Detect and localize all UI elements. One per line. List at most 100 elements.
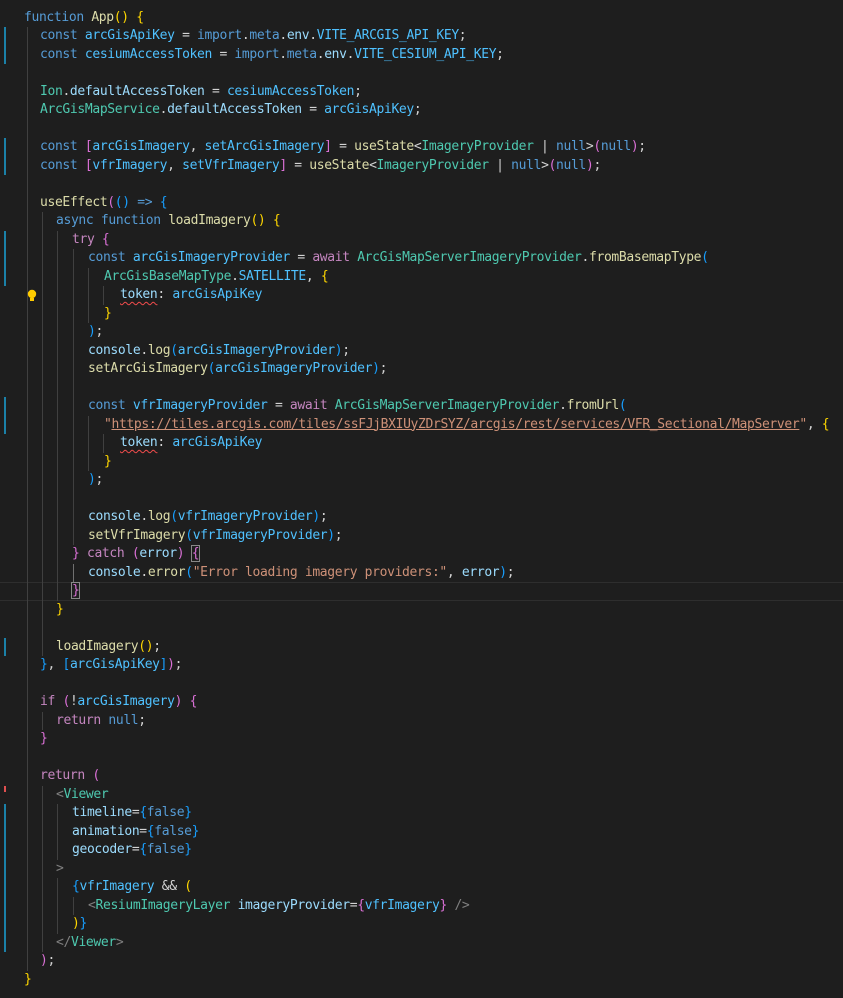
code-line[interactable] xyxy=(0,378,843,397)
code-line[interactable]: {vfrImagery && ( xyxy=(0,878,843,897)
code-line[interactable]: const arcGisApiKey = import.meta.env.VIT… xyxy=(0,27,843,46)
code-token: token xyxy=(120,435,158,450)
code-line[interactable]: const cesiumAccessToken = import.meta.en… xyxy=(0,45,843,64)
code-line[interactable]: Ion.defaultAccessToken = cesiumAccessTok… xyxy=(0,82,843,101)
code-line[interactable]: ); xyxy=(0,323,843,342)
code-line[interactable] xyxy=(0,489,843,508)
code-token: arcGisApiKey xyxy=(84,28,175,43)
code-text: )} xyxy=(72,915,87,934)
indent-guide xyxy=(27,656,28,675)
code-token: = xyxy=(289,250,313,265)
code-line[interactable]: "https://tiles.arcgis.com/tiles/ssFJjBXI… xyxy=(0,415,843,434)
code-line[interactable]: ); xyxy=(0,471,843,490)
code-line[interactable]: token: arcGisApiKey xyxy=(0,434,843,453)
code-line[interactable] xyxy=(0,619,843,638)
code-line[interactable]: } xyxy=(0,600,843,619)
lightbulb-icon[interactable] xyxy=(26,289,38,302)
code-token: ( xyxy=(701,250,709,265)
code-line[interactable]: return ( xyxy=(0,767,843,786)
indent-guide xyxy=(27,822,28,841)
code-line[interactable]: } xyxy=(0,730,843,749)
code-line[interactable]: function App() { xyxy=(0,9,843,28)
code-line[interactable]: token: arcGisApiKey xyxy=(0,286,843,305)
code-token: imageryProvider xyxy=(237,897,351,913)
code-line[interactable]: } xyxy=(0,971,843,990)
code-line[interactable] xyxy=(0,674,843,693)
indent-guide xyxy=(57,249,59,268)
code-token: ) xyxy=(327,527,335,543)
code-line[interactable] xyxy=(0,748,843,767)
gutter-modified-marker[interactable] xyxy=(4,45,6,64)
code-token: { xyxy=(190,545,201,562)
gutter-deleted-marker[interactable] xyxy=(4,785,6,792)
code-line[interactable]: const [arcGisImagery, setArcGisImagery] … xyxy=(0,138,843,157)
gutter-modified-marker[interactable] xyxy=(4,915,6,934)
code-line[interactable]: } catch (error) { xyxy=(0,545,843,564)
gutter-modified-marker[interactable] xyxy=(4,230,6,249)
code-line[interactable]: useEffect(() => { xyxy=(0,193,843,212)
code-line[interactable]: const vfrImageryProvider = await ArcGisM… xyxy=(0,397,843,416)
code-line[interactable]: ArcGisBaseMapType.SATELLITE, { xyxy=(0,267,843,287)
code-line[interactable] xyxy=(0,119,843,138)
code-line[interactable]: timeline={false} xyxy=(0,804,843,823)
gutter-modified-marker[interactable] xyxy=(4,156,6,175)
gutter-modified-marker[interactable] xyxy=(4,415,6,434)
code-line[interactable]: } xyxy=(0,582,843,601)
gutter-modified-marker[interactable] xyxy=(4,249,6,268)
code-editor[interactable]: function App() {const arcGisApiKey = imp… xyxy=(0,0,843,998)
indent-guide xyxy=(57,841,59,860)
code-line[interactable]: } xyxy=(0,304,843,323)
gutter-modified-marker[interactable] xyxy=(4,933,6,952)
code-line[interactable]: geocoder={false} xyxy=(0,841,843,860)
code-token: setVfrImagery xyxy=(88,527,186,543)
code-text: ArcGisBaseMapType.SATELLITE, { xyxy=(104,268,329,287)
indent-guide xyxy=(87,434,89,453)
gutter-modified-marker[interactable] xyxy=(4,841,6,860)
indent-guide xyxy=(42,804,44,823)
indent-guide xyxy=(42,434,44,453)
code-line[interactable]: async function loadImagery() { xyxy=(0,212,843,231)
code-line[interactable]: const arcGisImageryProvider = await ArcG… xyxy=(0,249,843,268)
code-line[interactable]: const [vfrImagery, setVfrImagery] = useS… xyxy=(0,156,843,175)
code-line[interactable] xyxy=(0,175,843,194)
code-token: { xyxy=(101,231,110,247)
indent-guide xyxy=(27,323,28,342)
gutter-modified-marker[interactable] xyxy=(4,822,6,841)
indent-guide xyxy=(27,545,28,564)
code-line[interactable]: setArcGisImagery(arcGisImageryProvider); xyxy=(0,360,843,379)
code-line[interactable]: setVfrImagery(vfrImageryProvider); xyxy=(0,526,843,545)
indent-guide xyxy=(57,434,59,453)
gutter-modified-marker[interactable] xyxy=(4,637,6,656)
code-line[interactable]: try { xyxy=(0,230,843,249)
code-line[interactable]: console.error("Error loading imagery pro… xyxy=(0,563,843,582)
code-line[interactable]: animation={false} xyxy=(0,822,843,841)
code-line[interactable]: } xyxy=(0,452,843,471)
gutter-modified-marker[interactable] xyxy=(4,138,6,157)
code-line[interactable]: console.log(vfrImageryProvider); xyxy=(0,508,843,527)
gutter-modified-marker[interactable] xyxy=(4,397,6,416)
gutter-modified-marker[interactable] xyxy=(4,804,6,823)
gutter-modified-marker[interactable] xyxy=(4,859,6,878)
code-line[interactable]: console.log(arcGisImageryProvider); xyxy=(0,341,843,360)
code-token: const xyxy=(40,157,78,173)
code-line[interactable] xyxy=(0,64,843,83)
code-line[interactable]: ArcGisMapService.defaultAccessToken = ar… xyxy=(0,101,843,120)
code-line[interactable]: <Viewer xyxy=(0,785,843,804)
code-line[interactable]: return null; xyxy=(0,711,843,730)
code-line[interactable]: <ResiumImageryLayer imageryProvider={vfr… xyxy=(0,896,843,915)
code-line[interactable]: )} xyxy=(0,915,843,934)
gutter-modified-marker[interactable] xyxy=(4,878,6,897)
gutter-modified-marker[interactable] xyxy=(4,267,6,286)
code-line[interactable]: > xyxy=(0,859,843,878)
code-line[interactable]: </Viewer> xyxy=(0,933,843,952)
indent-guide xyxy=(27,563,28,582)
code-line[interactable]: if (!arcGisImagery) { xyxy=(0,693,843,712)
code-line[interactable]: loadImagery(); xyxy=(0,637,843,657)
code-text: loadImagery(); xyxy=(56,638,161,657)
code-line[interactable]: }, [arcGisApiKey]); xyxy=(0,656,843,675)
gutter-modified-marker[interactable] xyxy=(4,896,6,915)
code-line[interactable]: ); xyxy=(0,952,843,971)
gutter-modified-marker[interactable] xyxy=(4,27,6,46)
